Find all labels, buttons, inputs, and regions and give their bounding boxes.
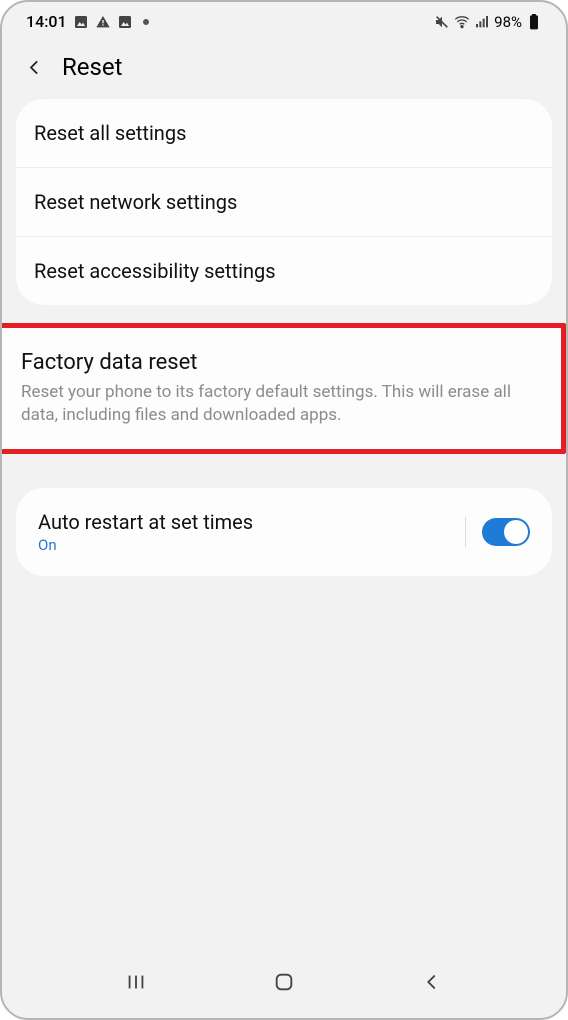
mute-icon	[434, 14, 450, 30]
auto-restart-status: On	[38, 536, 449, 554]
battery-icon	[526, 14, 542, 30]
status-time: 14:01	[26, 12, 67, 31]
factory-reset-title: Factory data reset	[21, 350, 543, 375]
reset-options-card: Reset all settings Reset network setting…	[16, 99, 552, 305]
toggle-knob	[504, 520, 528, 544]
back-button[interactable]	[20, 53, 48, 81]
auto-restart-toggle[interactable]	[482, 518, 530, 546]
back-nav-button[interactable]	[418, 968, 446, 996]
factory-reset-description: Reset your phone to its factory default …	[21, 381, 543, 427]
auto-restart-title: Auto restart at set times	[38, 510, 449, 534]
battery-percentage: 98%	[494, 13, 522, 31]
list-item-label: Reset accessibility settings	[34, 259, 276, 283]
list-item-label: Reset all settings	[34, 121, 186, 145]
warning-icon	[95, 14, 111, 30]
content-area: Reset all settings Reset network setting…	[2, 99, 566, 576]
factory-data-reset[interactable]: Factory data reset Reset your phone to i…	[0, 323, 566, 454]
reset-all-settings[interactable]: Reset all settings	[16, 99, 552, 168]
image-icon	[73, 14, 89, 30]
separator	[465, 517, 466, 547]
wifi-icon	[454, 14, 470, 30]
status-bar: 14:01 98%	[2, 2, 566, 37]
signal-icon	[474, 14, 490, 30]
home-button[interactable]	[270, 968, 298, 996]
auto-restart-info[interactable]: Auto restart at set times On	[38, 510, 449, 554]
navigation-bar	[2, 954, 566, 1010]
status-bar-right: 98%	[434, 13, 542, 31]
reset-accessibility-settings[interactable]: Reset accessibility settings	[16, 237, 552, 305]
page-title: Reset	[62, 53, 122, 81]
app-header: Reset	[2, 37, 566, 99]
more-indicator-icon	[143, 19, 149, 25]
reset-network-settings[interactable]: Reset network settings	[16, 168, 552, 237]
auto-restart-card: Auto restart at set times On	[16, 488, 552, 576]
image-icon-2	[117, 14, 133, 30]
recents-button[interactable]	[122, 968, 150, 996]
status-bar-left: 14:01	[26, 12, 149, 31]
list-item-label: Reset network settings	[34, 190, 237, 214]
device-frame: 14:01 98%	[0, 0, 568, 1020]
